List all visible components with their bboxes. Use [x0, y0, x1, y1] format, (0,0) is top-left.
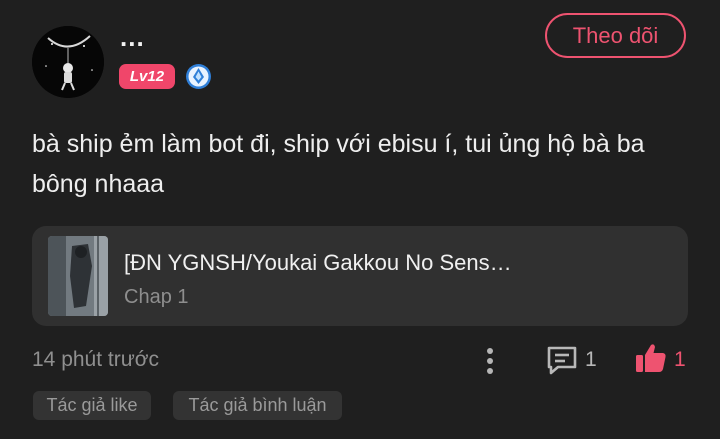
follow-button[interactable]: Theo dõi — [545, 13, 686, 58]
author-name[interactable]: ... — [120, 24, 145, 50]
avatar[interactable] — [32, 26, 104, 98]
like-count: 1 — [674, 348, 686, 371]
avatar-image — [32, 26, 104, 98]
thumbs-up-icon[interactable] — [634, 341, 668, 375]
story-cover-image — [48, 236, 108, 316]
level-badge: Lv12 — [119, 64, 175, 89]
story-card[interactable]: [ĐN YGNSH/Youkai Gakkou No Sens… Chap 1 — [32, 226, 688, 326]
tag-author-comment: Tác giả bình luận — [173, 391, 342, 420]
comment-text: bà ship ẻm làm bot đi, ship với ebisu í,… — [32, 130, 645, 198]
verified-badge-icon — [185, 63, 212, 90]
story-title: [ĐN YGNSH/Youkai Gakkou No Sens… — [124, 250, 512, 275]
comment-count: 1 — [585, 348, 597, 371]
timestamp: 14 phút trước — [32, 348, 160, 371]
comment-icon[interactable] — [545, 343, 579, 377]
story-chapter: Chap 1 — [124, 286, 189, 308]
more-vertical-icon[interactable] — [481, 345, 499, 377]
tag-author-like: Tác giả like — [33, 391, 151, 420]
